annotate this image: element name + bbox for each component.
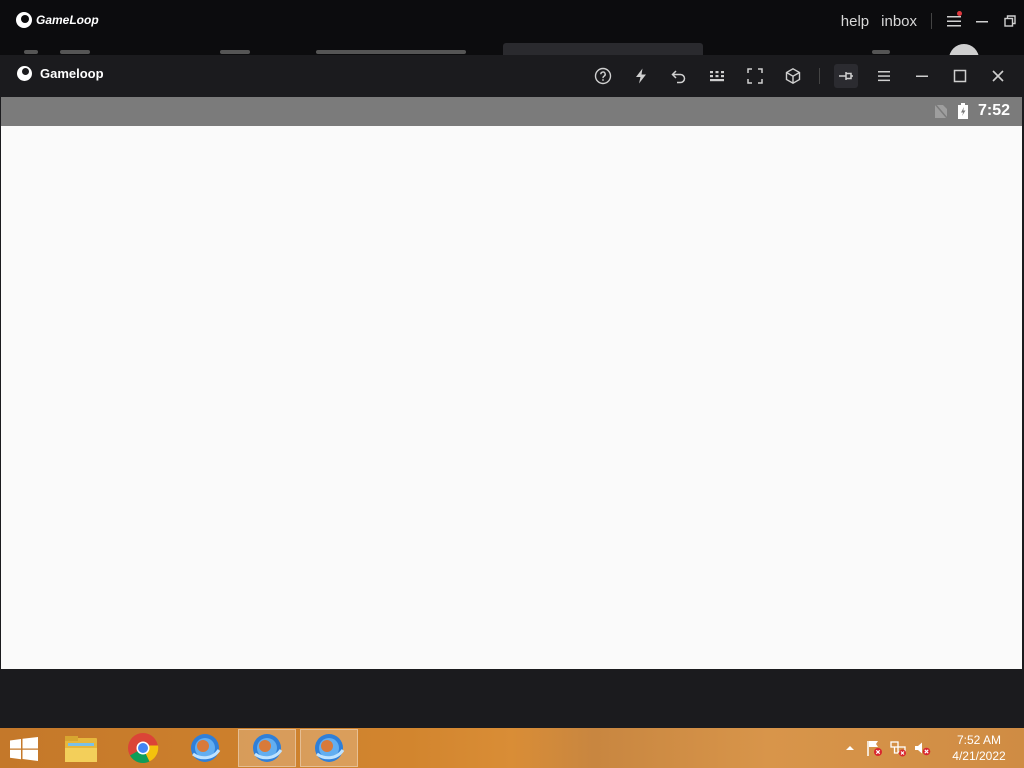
notification-dot: [957, 11, 962, 16]
icon-fragment: [872, 50, 890, 54]
taskbar-gameloop-1[interactable]: [176, 729, 234, 767]
windows-logo-icon: [10, 737, 38, 761]
taskbar-gameloop-3[interactable]: [300, 729, 358, 767]
network-icon: [890, 741, 906, 757]
keymap-button[interactable]: [705, 64, 729, 88]
gameloop-icon: [253, 734, 283, 762]
launcher-minimize-button[interactable]: [968, 10, 996, 32]
fullscreen-button[interactable]: [743, 64, 767, 88]
inbox-link[interactable]: inbox: [875, 13, 923, 30]
restore-icon: [1004, 15, 1016, 27]
help-link[interactable]: help: [835, 13, 875, 30]
action-center-button[interactable]: [862, 738, 886, 758]
pin-button[interactable]: [834, 64, 858, 88]
system-tray: 7:52 AM 4/21/2022: [838, 728, 1024, 768]
android-screen[interactable]: [1, 126, 1022, 669]
fullscreen-icon: [747, 68, 763, 84]
background-logo-text: GameLoop: [36, 13, 99, 27]
text-fragment: [220, 50, 250, 54]
emulator-titlebar[interactable]: Gameloop: [0, 55, 1024, 97]
battery-charging-icon: [957, 103, 968, 119]
volume-muted-icon: [915, 742, 931, 756]
3d-button[interactable]: [781, 64, 805, 88]
gameloop-logo-icon: [17, 66, 32, 81]
taskbar-clock[interactable]: 7:52 AM 4/21/2022: [934, 732, 1024, 764]
background-top-links: help inbox: [835, 10, 1024, 32]
clock-date: 4/21/2022: [952, 749, 1006, 763]
hamburger-icon: [947, 16, 961, 27]
taskbar-file-explorer[interactable]: [52, 729, 110, 767]
taskbar-gameloop-2[interactable]: [238, 729, 296, 767]
back-arrow-fragment: [24, 50, 38, 54]
gameloop-icon: [191, 734, 221, 762]
maximize-button[interactable]: [948, 64, 972, 88]
emulator-window: Gameloop 7:52: [0, 55, 1024, 728]
android-status-bar: 7:52: [1, 97, 1022, 126]
launcher-restore-button[interactable]: [996, 10, 1024, 32]
minimize-icon: [916, 75, 928, 77]
clock-time: 7:52 AM: [956, 733, 1002, 747]
maximize-icon: [953, 69, 967, 83]
gameloop-logo-icon: [16, 12, 32, 28]
pin-icon: [839, 72, 853, 80]
action-center-flag-icon: [867, 741, 882, 756]
undo-icon: [671, 70, 686, 84]
status-time: 7:52: [977, 102, 1010, 119]
show-hidden-icons-button[interactable]: [838, 738, 862, 758]
start-button[interactable]: [10, 737, 38, 761]
window-title-text: Gameloop: [40, 66, 104, 81]
menu-icon: [878, 71, 890, 82]
boost-icon: [636, 68, 646, 84]
divider: [931, 13, 932, 29]
close-icon: [992, 70, 1004, 82]
emulator-toolbar: [577, 64, 1010, 88]
keymap-icon: [710, 71, 724, 82]
toolbar-divider: [819, 68, 820, 84]
network-button[interactable]: [886, 738, 910, 758]
minimize-button[interactable]: [910, 64, 934, 88]
gameloop-icon: [315, 734, 345, 762]
background-logo[interactable]: GameLoop: [16, 12, 99, 28]
status-icons: 7:52: [934, 102, 1010, 120]
volume-button[interactable]: [910, 738, 934, 758]
help-button[interactable]: [591, 64, 615, 88]
minimize-icon: [976, 21, 988, 23]
no-sim-icon: [934, 103, 948, 119]
close-button[interactable]: [986, 64, 1010, 88]
text-fragment: [60, 50, 90, 54]
boost-button[interactable]: [629, 64, 653, 88]
taskbar-chrome[interactable]: [114, 729, 172, 767]
chrome-icon: [128, 733, 159, 763]
help-icon: [594, 67, 612, 85]
text-fragment: [316, 50, 466, 54]
launcher-menu-button[interactable]: [940, 10, 968, 32]
background-partial-content: [0, 40, 1024, 56]
undo-button[interactable]: [667, 64, 691, 88]
chevron-up-icon: [846, 746, 854, 750]
3d-cube-icon: [785, 67, 801, 85]
windows-taskbar: 7:52 AM 4/21/2022: [0, 728, 1024, 768]
window-title: Gameloop: [17, 66, 104, 81]
background-gameloop-window: GameLoop help inbox: [0, 0, 1024, 56]
file-explorer-icon: [65, 736, 97, 762]
menu-button[interactable]: [872, 64, 896, 88]
